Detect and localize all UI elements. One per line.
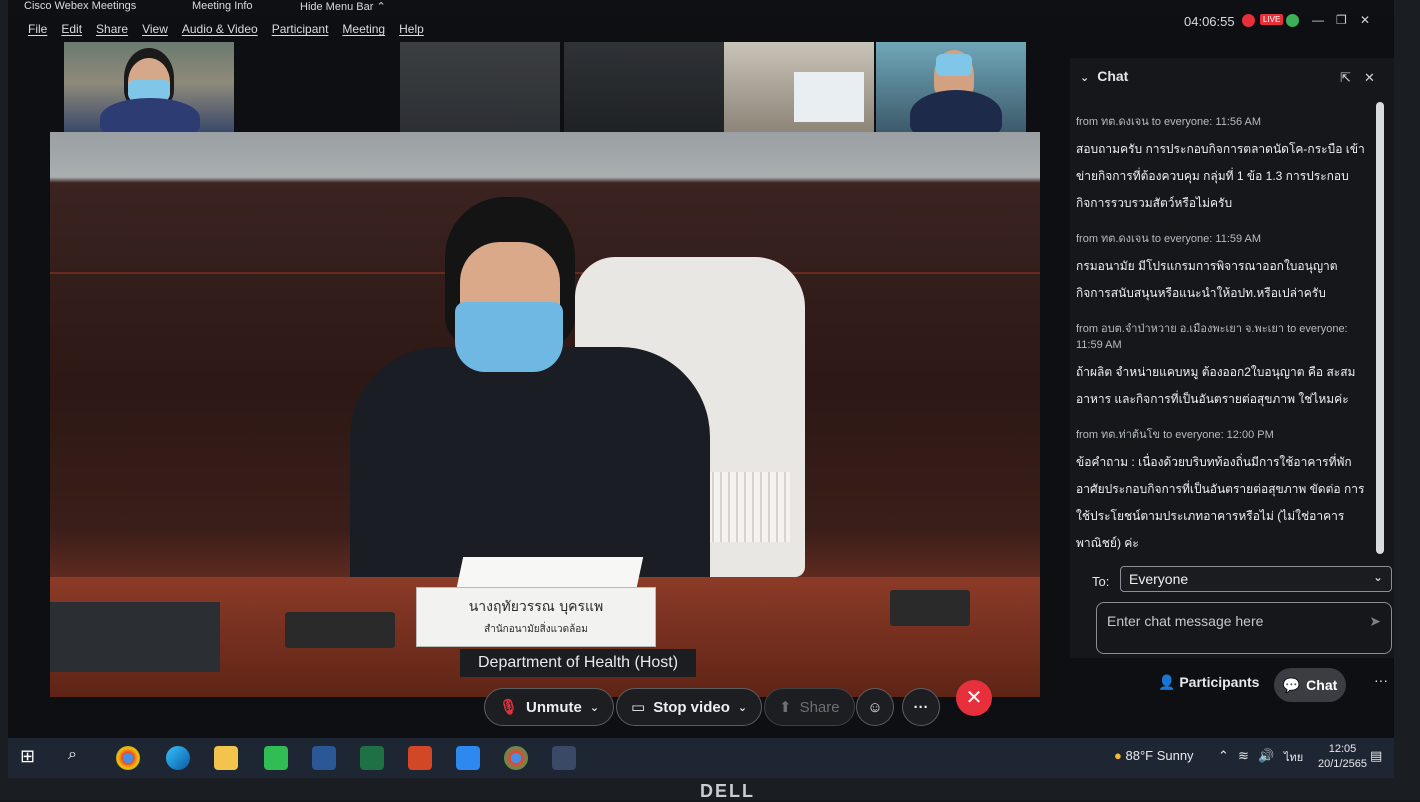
nameplate-name: นางฤทัยวรรณ บุครแพ [468, 599, 604, 615]
main-video: นางฤทัยวรรณ บุครแพ สำนักอนามัยสิ่งแวดล้อ… [50, 132, 1040, 697]
meeting-info-button[interactable]: Meeting Info [192, 0, 253, 12]
participant-thumbnail[interactable] [724, 42, 874, 132]
maximize-button[interactable]: ❐ [1336, 13, 1347, 27]
participant-thumbnail[interactable] [400, 42, 560, 132]
message-meta: from ทต.ท่าต้นโข to everyone: 12:00 PM [1076, 429, 1274, 441]
person-icon: 👤 [1158, 674, 1176, 690]
ellipsis-icon: ··· [913, 698, 929, 716]
more-options-button[interactable]: ··· [902, 688, 940, 726]
app-title: Cisco Webex Meetings [24, 0, 137, 12]
monitor-frame: Cisco Webex Meetings Meeting Info Hide M… [0, 0, 1420, 801]
menu-share[interactable]: Share [96, 22, 128, 40]
chevron-up-icon[interactable]: ⌃ [1218, 748, 1229, 764]
stop-video-button[interactable]: ▭ Stop video ⌄ [616, 688, 763, 726]
chrome-icon[interactable] [116, 746, 140, 770]
chevron-down-icon[interactable]: ⌄ [738, 701, 747, 714]
powerpoint-icon[interactable] [408, 746, 432, 770]
chat-panel: ⌄ Chat ⇱ ✕ from ทต.ดงเจน to everyone: 11:… [1070, 58, 1394, 658]
share-icon: ⬆ [779, 699, 792, 716]
menu-meeting[interactable]: Meeting [342, 22, 385, 40]
message-meta: from อบต.จำป่าหวาย อ.เมืองพะเยา จ.พะเยา … [1076, 323, 1348, 351]
meeting-timer: 04:06:55 [1184, 14, 1235, 29]
notification-icon[interactable]: ▤ [1370, 748, 1382, 764]
nameplate-office: สำนักอนามัยสิ่งแวดล้อม [484, 624, 588, 635]
screen: Cisco Webex Meetings Meeting Info Hide M… [8, 0, 1394, 778]
participant-thumbnail[interactable] [564, 42, 724, 132]
hide-menu-bar-button[interactable]: Hide Menu Bar ⌃ [300, 0, 386, 13]
close-window-button[interactable]: ✕ [1360, 13, 1370, 27]
line-app-icon[interactable] [264, 746, 288, 770]
host-name-label: Department of Health (Host) [460, 649, 697, 677]
menu-bar: File Edit Share View Audio & Video Parti… [28, 22, 424, 40]
title-bar: Cisco Webex Meetings Meeting Info Hide M… [8, 0, 1394, 29]
recipient-select[interactable]: Everyone ⌄ [1120, 566, 1392, 592]
popout-icon[interactable]: ⇱ [1340, 70, 1351, 86]
input-language[interactable]: ไทย [1284, 748, 1303, 766]
edge-icon[interactable] [166, 746, 190, 770]
chat-message: from ทต.ดงเจน to everyone: 11:59 AM กรมอ… [1076, 231, 1368, 307]
message-text: ข้อคำถาม : เนื่องด้วยบริบทท้องถิ่นมีการใ… [1076, 455, 1365, 550]
chat-button[interactable]: 💬 Chat [1274, 668, 1346, 702]
volume-icon[interactable]: 🔊 [1258, 748, 1274, 764]
menu-file[interactable]: File [28, 22, 47, 40]
network-icon [1286, 14, 1299, 27]
chat-message: from อบต.จำป่าหวาย อ.เมืองพะเยา จ.พะเยา … [1076, 321, 1368, 413]
windows-taskbar: ⊞ ⌕ ● 88°F Sunny ⌃ ≋ 🔊 ไทย 12:05 20/1/25… [8, 738, 1394, 778]
chat-scrollbar[interactable] [1376, 102, 1384, 554]
participant-thumbnail[interactable] [876, 42, 1026, 132]
participants-button[interactable]: 👤 Participants [1158, 674, 1259, 691]
excel-icon[interactable] [360, 746, 384, 770]
menu-participant[interactable]: Participant [272, 22, 329, 40]
chevron-down-icon[interactable]: ⌄ [590, 701, 599, 714]
message-meta: from ทต.ดงเจน to everyone: 11:59 AM [1076, 233, 1262, 245]
chat-message: from ทต.ดงเจน to everyone: 11:56 AM สอบถ… [1076, 114, 1368, 217]
to-label: To: [1092, 574, 1110, 589]
webex-icon[interactable] [552, 746, 576, 770]
chat-message: from ทต.ท่าต้นโข to everyone: 12:00 PM ข… [1076, 427, 1368, 557]
sun-icon: ● [1114, 748, 1122, 763]
share-button[interactable]: ⬆ Share [764, 688, 855, 726]
minimize-button[interactable]: — [1312, 13, 1324, 27]
chevron-down-icon: ⌄ [1372, 570, 1383, 584]
chat-bubble-icon: 💬 [1282, 676, 1301, 693]
message-text: ถ้าผลิต จำหน่ายแคบหมู ต้องออก2ใบอนุญาต ค… [1076, 365, 1356, 406]
system-clock[interactable]: 12:05 20/1/2565 [1318, 742, 1367, 772]
chevron-down-icon[interactable]: ⌄ [1080, 72, 1089, 84]
file-explorer-icon[interactable] [214, 746, 238, 770]
chat-message-input[interactable]: Enter chat message here ➤ [1096, 602, 1392, 654]
wifi-icon[interactable]: ≋ [1238, 748, 1249, 764]
menu-edit[interactable]: Edit [61, 22, 82, 40]
menu-audio-video[interactable]: Audio & Video [182, 22, 258, 40]
record-icon [1242, 14, 1255, 27]
weather-widget[interactable]: ● 88°F Sunny [1114, 748, 1194, 763]
send-icon[interactable]: ➤ [1369, 613, 1381, 630]
participant-thumbnail[interactable] [64, 42, 234, 132]
panel-more-button[interactable]: ··· [1374, 672, 1388, 688]
dell-logo: DELL [700, 781, 755, 801]
message-text: กรมอนามัย มีโปรแกรมการพิจารณาออกใบอนุญาต… [1076, 259, 1338, 300]
menu-view[interactable]: View [142, 22, 168, 40]
windows-start-icon[interactable]: ⊞ [20, 746, 44, 770]
message-text: สอบถามครับ การประกอบกิจการตลาดนัดโค-กระบ… [1076, 142, 1365, 210]
smiley-icon: ☺ [867, 698, 883, 716]
reactions-button[interactable]: ☺ [856, 688, 894, 726]
chrome-icon[interactable] [504, 746, 528, 770]
chevron-up-icon: ⌃ [376, 1, 386, 13]
camera-icon: ▭ [631, 699, 646, 716]
unmute-button[interactable]: 🎙 Unmute ⌄ [484, 688, 615, 726]
word-icon[interactable] [312, 746, 336, 770]
search-icon[interactable]: ⌕ [68, 746, 92, 770]
nameplate: นางฤทัยวรรณ บุครแพ สำนักอนามัยสิ่งแวดล้อ… [416, 587, 656, 647]
menu-help[interactable]: Help [399, 22, 424, 40]
chat-messages: from ทต.ดงเจน to everyone: 11:56 AM สอบถ… [1076, 114, 1368, 571]
live-badge: LIVE [1260, 14, 1284, 25]
end-meeting-button[interactable]: ✕ [956, 680, 992, 716]
mail-icon[interactable] [456, 746, 480, 770]
close-icon[interactable]: ✕ [1364, 70, 1375, 86]
close-icon: ✕ [965, 687, 983, 709]
muted-mic-icon: 🎙 [499, 699, 519, 716]
message-meta: from ทต.ดงเจน to everyone: 11:56 AM [1076, 116, 1262, 128]
chat-header[interactable]: ⌄ Chat [1080, 68, 1128, 84]
